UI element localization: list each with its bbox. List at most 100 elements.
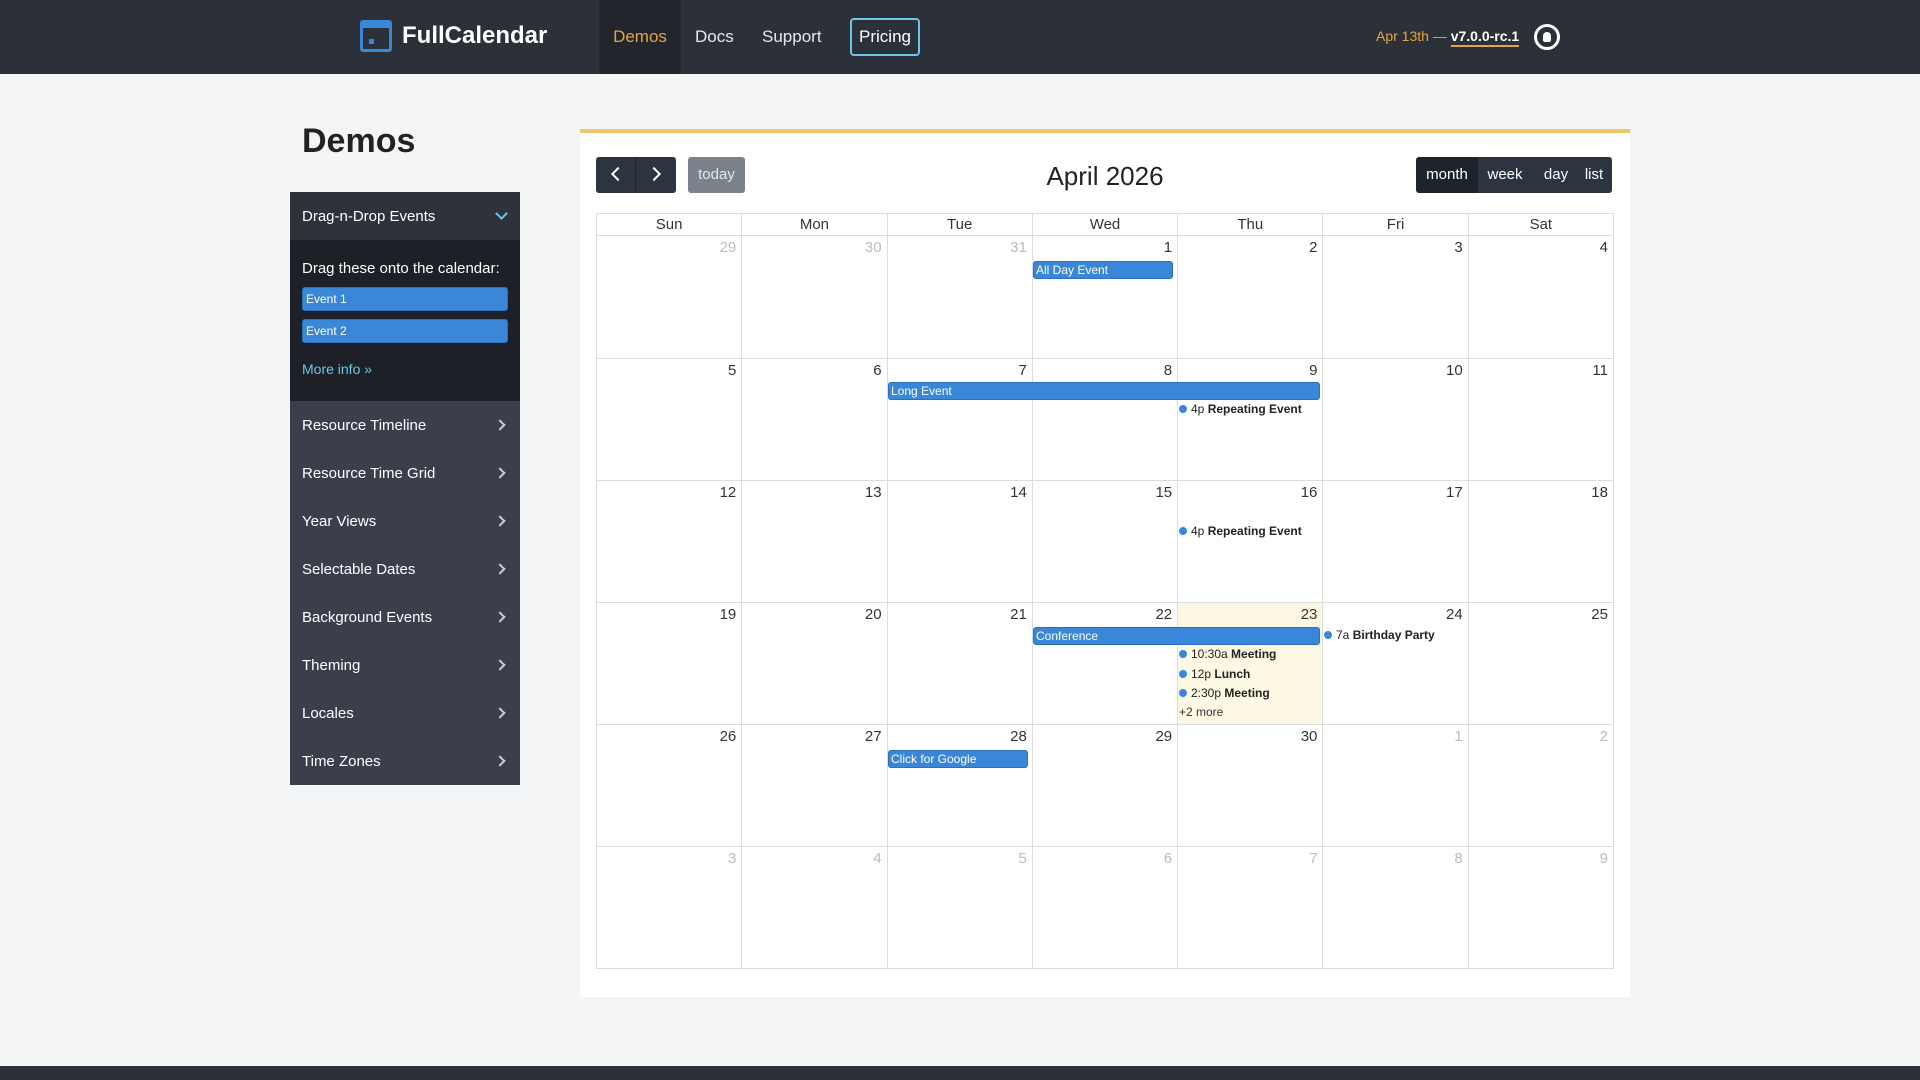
day-number[interactable]: 16: [1301, 484, 1318, 501]
day-number[interactable]: 13: [865, 484, 882, 501]
sidebar-item-resource-time-grid[interactable]: Resource Time Grid: [290, 449, 520, 497]
sidebar-item-locales[interactable]: Locales: [290, 689, 520, 737]
day-number[interactable]: 7: [1019, 362, 1027, 379]
day-number[interactable]: 1: [1454, 728, 1462, 745]
day-cell[interactable]: 15: [1031, 481, 1177, 602]
more-info-link[interactable]: More info »: [302, 361, 372, 377]
event-repeating[interactable]: 4p Repeating Event: [1179, 523, 1302, 539]
day-number[interactable]: 27: [865, 728, 882, 745]
github-icon[interactable]: [1534, 24, 1560, 50]
day-cell[interactable]: 24: [1322, 603, 1467, 724]
day-number[interactable]: 24: [1446, 606, 1463, 623]
day-cell[interactable]: 31: [886, 236, 1032, 358]
nav-docs[interactable]: Docs: [695, 0, 734, 74]
day-cell[interactable]: 2: [1467, 725, 1613, 846]
day-number[interactable]: 5: [1019, 850, 1027, 867]
day-number[interactable]: 29: [720, 239, 737, 256]
day-cell[interactable]: 6: [1031, 847, 1177, 968]
day-cell[interactable]: 26: [597, 725, 741, 846]
day-number[interactable]: 8: [1454, 850, 1462, 867]
day-number[interactable]: 21: [1010, 606, 1027, 623]
day-cell[interactable]: 8: [1031, 359, 1177, 480]
event-all-day[interactable]: All Day Event: [1033, 261, 1173, 279]
day-cell[interactable]: 6: [741, 359, 886, 480]
day-number[interactable]: 17: [1446, 484, 1463, 501]
day-cell[interactable]: 12: [597, 481, 741, 602]
day-number[interactable]: 6: [873, 362, 881, 379]
day-number[interactable]: 2: [1309, 239, 1317, 256]
day-number[interactable]: 30: [865, 239, 882, 256]
event-repeating[interactable]: 4p Repeating Event: [1179, 401, 1302, 417]
day-number[interactable]: 26: [720, 728, 737, 745]
event-lunch[interactable]: 12p Lunch: [1179, 666, 1250, 682]
day-number[interactable]: 3: [728, 850, 736, 867]
event-google[interactable]: Click for Google: [888, 750, 1028, 768]
day-number[interactable]: 2: [1600, 728, 1608, 745]
day-cell[interactable]: 27: [741, 725, 886, 846]
view-week-button[interactable]: week: [1478, 157, 1532, 193]
day-number[interactable]: 9: [1600, 850, 1608, 867]
day-cell[interactable]: 14: [886, 481, 1032, 602]
view-day-button[interactable]: day: [1532, 157, 1580, 193]
day-cell[interactable]: 21: [886, 603, 1032, 724]
day-number[interactable]: 23: [1301, 606, 1318, 623]
sidebar-item-theming[interactable]: Theming: [290, 641, 520, 689]
day-number[interactable]: 20: [865, 606, 882, 623]
day-cell[interactable]: 7: [886, 359, 1032, 480]
sidebar-item-time-zones[interactable]: Time Zones: [290, 737, 520, 785]
day-cell[interactable]: 13: [741, 481, 886, 602]
day-cell[interactable]: 20: [741, 603, 886, 724]
sidebar-item-drag-n-drop[interactable]: Drag-n-Drop Events: [290, 192, 520, 240]
more-events-link[interactable]: +2 more: [1179, 705, 1223, 719]
day-cell[interactable]: 30: [741, 236, 886, 358]
day-cell[interactable]: 22: [1031, 603, 1177, 724]
day-cell[interactable]: 29: [1031, 725, 1177, 846]
event-long[interactable]: Long Event: [888, 382, 1320, 400]
event-conference[interactable]: Conference: [1033, 627, 1320, 645]
day-number[interactable]: 9: [1309, 362, 1317, 379]
event-meeting[interactable]: 10:30a Meeting: [1179, 646, 1276, 662]
day-number[interactable]: 30: [1301, 728, 1318, 745]
day-number[interactable]: 4: [1600, 239, 1608, 256]
day-cell[interactable]: 7: [1177, 847, 1322, 968]
day-cell[interactable]: 25: [1467, 603, 1613, 724]
nav-support[interactable]: Support: [762, 0, 822, 74]
day-cell[interactable]: 28: [886, 725, 1032, 846]
day-number[interactable]: 28: [1010, 728, 1027, 745]
view-list-button[interactable]: list: [1580, 157, 1612, 193]
day-cell[interactable]: 29: [597, 236, 741, 358]
day-cell[interactable]: 10: [1322, 359, 1467, 480]
day-number[interactable]: 4: [873, 850, 881, 867]
day-number[interactable]: 22: [1155, 606, 1172, 623]
day-cell[interactable]: 1: [1322, 725, 1467, 846]
day-cell[interactable]: 17: [1322, 481, 1467, 602]
day-cell[interactable]: 16: [1177, 481, 1322, 602]
day-cell[interactable]: 3: [1322, 236, 1467, 358]
day-cell[interactable]: 5: [597, 359, 741, 480]
nav-pricing-button[interactable]: Pricing: [850, 18, 920, 56]
day-cell[interactable]: 5: [886, 847, 1032, 968]
day-cell[interactable]: 19: [597, 603, 741, 724]
day-cell[interactable]: 4: [741, 847, 886, 968]
day-cell[interactable]: 1: [1031, 236, 1177, 358]
day-number[interactable]: 12: [720, 484, 737, 501]
day-cell[interactable]: 30: [1177, 725, 1322, 846]
day-number[interactable]: 1: [1164, 239, 1172, 256]
day-cell[interactable]: 2: [1177, 236, 1322, 358]
day-number[interactable]: 3: [1454, 239, 1462, 256]
day-cell[interactable]: 11: [1467, 359, 1613, 480]
day-number[interactable]: 11: [1592, 362, 1608, 379]
day-number[interactable]: 6: [1164, 850, 1172, 867]
sidebar-item-background-events[interactable]: Background Events: [290, 593, 520, 641]
day-number[interactable]: 31: [1010, 239, 1027, 256]
release-version-link[interactable]: v7.0.0-rc.1: [1450, 28, 1520, 47]
day-cell[interactable]: 9: [1467, 847, 1613, 968]
day-number[interactable]: 10: [1446, 362, 1463, 379]
sidebar-item-year-views[interactable]: Year Views: [290, 497, 520, 545]
draggable-event-2[interactable]: Event 2: [302, 319, 508, 343]
sidebar-item-selectable-dates[interactable]: Selectable Dates: [290, 545, 520, 593]
day-number[interactable]: 8: [1164, 362, 1172, 379]
sidebar-item-resource-timeline[interactable]: Resource Timeline: [290, 401, 520, 449]
day-cell[interactable]: 8: [1322, 847, 1467, 968]
brand-logo[interactable]: FullCalendar: [360, 20, 547, 52]
